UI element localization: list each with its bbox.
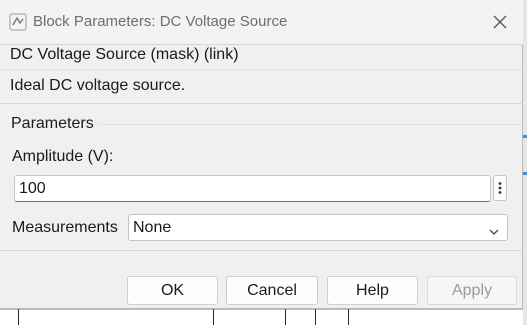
chevron-down-icon	[489, 223, 499, 241]
canvas-line	[348, 309, 349, 325]
cancel-button[interactable]: Cancel	[226, 276, 318, 305]
canvas-line	[285, 309, 286, 325]
help-button[interactable]: Help	[327, 276, 418, 305]
title-bar[interactable]: Block Parameters: DC Voltage Source	[0, 0, 523, 44]
canvas-line	[18, 309, 19, 325]
more-options-button[interactable]	[493, 175, 507, 201]
apply-button[interactable]: Apply	[427, 276, 517, 305]
mask-description: Ideal DC voltage source.	[10, 77, 186, 94]
divider	[98, 124, 523, 125]
window-title: Block Parameters: DC Voltage Source	[33, 13, 288, 30]
kebab-icon	[498, 182, 502, 194]
divider	[0, 103, 523, 104]
canvas-connector	[523, 172, 527, 175]
canvas-line	[523, 0, 527, 325]
canvas-connector	[523, 135, 527, 138]
divider	[0, 44, 523, 45]
measurements-selected-value: None	[133, 219, 172, 236]
simulink-icon	[9, 13, 27, 31]
divider	[0, 69, 523, 70]
mask-title: DC Voltage Source (mask) (link)	[10, 46, 239, 63]
measurements-dropdown[interactable]: None	[128, 214, 508, 241]
measurements-label: Measurements	[12, 219, 118, 236]
canvas-line	[213, 309, 214, 325]
ok-button[interactable]: OK	[127, 276, 218, 305]
amplitude-field[interactable]	[14, 175, 491, 202]
amplitude-label: Amplitude (V):	[12, 148, 114, 165]
divider	[0, 250, 523, 251]
parameters-group-label: Parameters	[11, 115, 94, 132]
canvas-line	[315, 309, 316, 325]
canvas-line	[0, 309, 527, 310]
close-icon[interactable]	[486, 9, 514, 35]
block-parameters-dialog: Block Parameters: DC Voltage Source DC V…	[0, 0, 523, 309]
